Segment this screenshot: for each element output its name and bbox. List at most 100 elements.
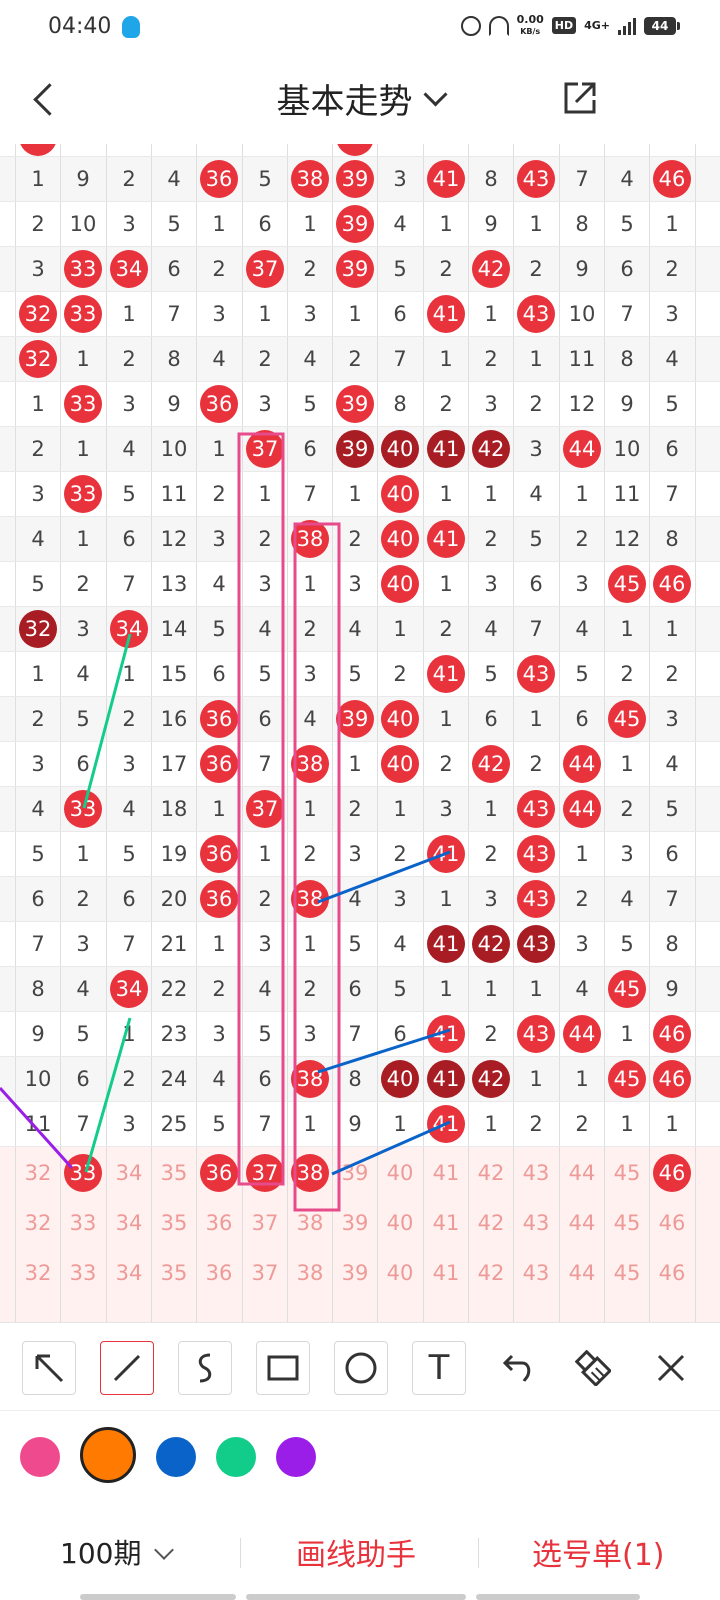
color-picker bbox=[0, 1410, 720, 1511]
grid-cell: 6 bbox=[377, 1011, 423, 1057]
miss-count: 1 bbox=[620, 752, 634, 776]
grid-cell: 10 bbox=[151, 426, 197, 472]
grid-cell: 4 bbox=[377, 201, 423, 247]
grid-cell: 3 bbox=[106, 381, 152, 427]
grid-cell: 1 bbox=[559, 1056, 605, 1102]
miss-count: 5 bbox=[31, 842, 45, 866]
grid-cell: 2 bbox=[332, 786, 378, 832]
eraser-button[interactable] bbox=[566, 1341, 620, 1395]
miss-count: 37 bbox=[251, 1211, 279, 1235]
drawn-number-ball: 38 bbox=[287, 741, 333, 787]
grid-cell: 11 bbox=[604, 471, 650, 517]
battery-icon: 44 bbox=[644, 16, 680, 35]
pick-cell-selected: 38 bbox=[287, 1150, 333, 1196]
pick-list-button[interactable]: 选号单(1) bbox=[532, 1530, 665, 1574]
grid-cell: 2 bbox=[513, 1101, 559, 1147]
miss-count: 10 bbox=[568, 302, 596, 326]
pick-cell: 35 bbox=[151, 1250, 197, 1296]
miss-count: 2 bbox=[76, 572, 90, 596]
close-button[interactable] bbox=[644, 1341, 698, 1395]
number-ball: 46 bbox=[653, 1060, 691, 1098]
miss-count: 1 bbox=[439, 977, 453, 1001]
grid-cell: 1 bbox=[60, 426, 106, 472]
grid-cell: 3 bbox=[242, 921, 288, 967]
curve-tool[interactable] bbox=[178, 1341, 232, 1395]
miss-count: 1 bbox=[348, 302, 362, 326]
grid-cell: 8 bbox=[649, 921, 695, 967]
color-orange-selected[interactable] bbox=[80, 1427, 136, 1483]
number-ball: 36 bbox=[200, 880, 238, 918]
color-pink[interactable] bbox=[20, 1437, 60, 1477]
grid-cell: 5 bbox=[242, 1011, 288, 1057]
grid-cell: 1 bbox=[423, 876, 469, 922]
grid-cell: 2 bbox=[287, 831, 333, 877]
pick-cell: 34 bbox=[106, 1150, 152, 1196]
number-ball: 42 bbox=[472, 250, 510, 288]
miss-count: 4 bbox=[665, 347, 679, 371]
pick-cell: 35 bbox=[151, 1200, 197, 1246]
grid-cell: 6 bbox=[15, 876, 61, 922]
miss-count: 1 bbox=[393, 617, 407, 641]
circle-tool[interactable] bbox=[334, 1341, 388, 1395]
miss-count: 6 bbox=[665, 437, 679, 461]
miss-count: 6 bbox=[167, 257, 181, 281]
number-ball: 43 bbox=[517, 835, 555, 873]
miss-count: 1 bbox=[575, 482, 589, 506]
miss-count: 1 bbox=[303, 212, 317, 236]
rect-tool[interactable] bbox=[256, 1341, 310, 1395]
number-ball: 40 bbox=[381, 565, 419, 603]
share-button[interactable] bbox=[560, 78, 600, 118]
miss-count: 5 bbox=[258, 662, 272, 686]
miss-count: 6 bbox=[303, 437, 317, 461]
arrow-tool[interactable] bbox=[22, 1341, 76, 1395]
color-purple[interactable] bbox=[276, 1437, 316, 1477]
grid-cell: 10 bbox=[559, 291, 605, 337]
grid-cell: 15 bbox=[151, 651, 197, 697]
miss-count: 34 bbox=[115, 1161, 143, 1185]
grid-cell: 4 bbox=[559, 606, 605, 652]
miss-count: 38 bbox=[296, 1211, 324, 1235]
miss-count: 10 bbox=[160, 437, 188, 461]
miss-count: 2 bbox=[212, 482, 226, 506]
period-selector[interactable]: 100期 bbox=[60, 1532, 175, 1572]
number-ball: 40 bbox=[381, 700, 419, 738]
miss-count: 2 bbox=[31, 437, 45, 461]
color-blue[interactable] bbox=[156, 1437, 196, 1477]
drawn-number-ball: 39 bbox=[332, 426, 378, 472]
miss-count: 14 bbox=[160, 617, 188, 641]
grid-cell: 1 bbox=[332, 471, 378, 517]
grid-cell: 3 bbox=[287, 291, 333, 337]
grid-cell: 5 bbox=[287, 381, 333, 427]
grid-cell: 5 bbox=[242, 651, 288, 697]
grid-cell: 10 bbox=[604, 426, 650, 472]
page-title-dropdown[interactable]: 基本走势 bbox=[0, 74, 720, 123]
miss-count: 5 bbox=[484, 662, 498, 686]
miss-count: 34 bbox=[115, 1261, 143, 1285]
number-ball: 39 bbox=[336, 700, 374, 738]
trend-chart-grid[interactable]: 1 9 2 4 36 5 38 39 3 41 8 43 7 4 46 2 10 3 5 1 6 1 39 4 1 9 1 8 5 1 3 3… bbox=[0, 144, 720, 1322]
number-ball: 39 bbox=[336, 205, 374, 243]
color-green[interactable] bbox=[216, 1437, 256, 1477]
number-ball: 42 bbox=[472, 745, 510, 783]
grid-cell: 11 bbox=[15, 1101, 61, 1147]
miss-count: 1 bbox=[439, 887, 453, 911]
line-tool[interactable] bbox=[100, 1341, 154, 1395]
grid-cell: 1 bbox=[604, 1011, 650, 1057]
text-tool[interactable]: T bbox=[412, 1341, 466, 1395]
miss-count: 7 bbox=[303, 482, 317, 506]
drawn-number-ball: 44 bbox=[559, 786, 605, 832]
drawn-number-ball: 46 bbox=[649, 156, 695, 202]
undo-button[interactable] bbox=[490, 1341, 544, 1395]
miss-count: 6 bbox=[31, 887, 45, 911]
number-ball: 39 bbox=[336, 160, 374, 198]
grid-cell: 1 bbox=[513, 336, 559, 382]
grid-cell: 6 bbox=[60, 1056, 106, 1102]
number-ball: 32 bbox=[19, 340, 57, 378]
grid-cell: 3 bbox=[106, 1101, 152, 1147]
drawn-number-ball: 39 bbox=[332, 201, 378, 247]
miss-count: 4 bbox=[348, 887, 362, 911]
number-ball: 34 bbox=[110, 610, 148, 648]
grid-cell: 2 bbox=[423, 606, 469, 652]
drawn-number-ball: 36 bbox=[196, 741, 242, 787]
draw-helper-button[interactable]: 画线助手 bbox=[296, 1530, 416, 1574]
